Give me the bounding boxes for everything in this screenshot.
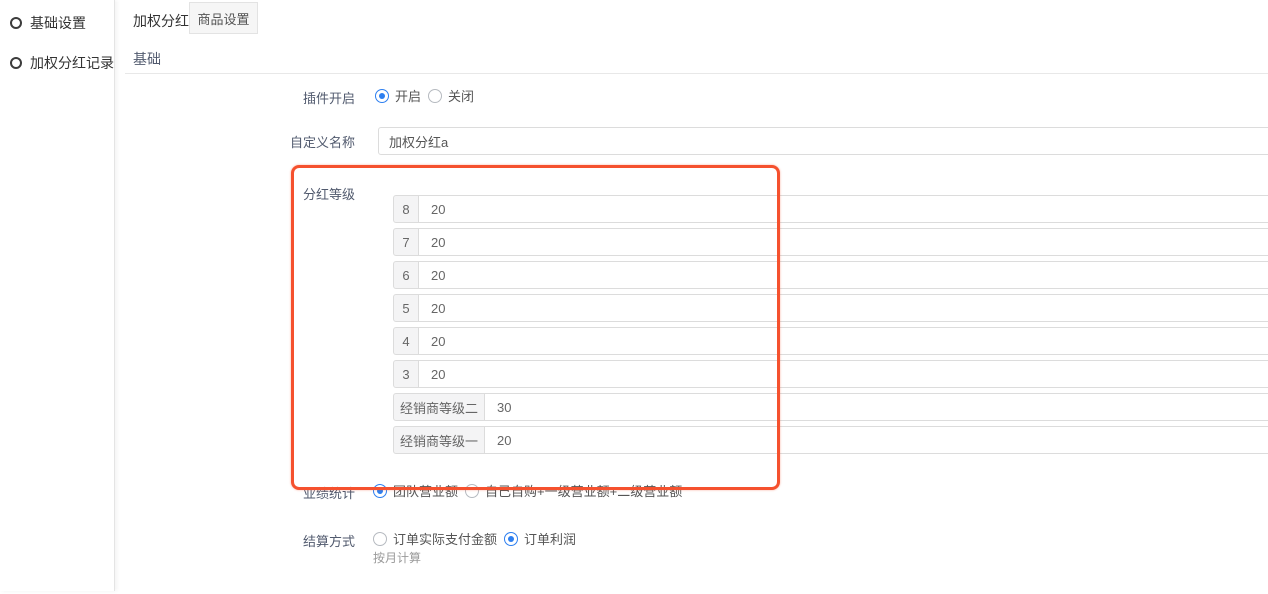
radio-option-team-turnover[interactable]: 团队营业额 [373,481,458,500]
sidebar: 基础设置 加权分红记录 [0,0,115,591]
custom-name-label: 自定义名称 [116,132,355,151]
circle-icon [10,57,22,69]
dividend-level-row: 8 [393,195,1268,223]
level-name-addon: 经销商等级二 [393,393,485,421]
radio-option-label: 订单利润 [524,529,576,548]
custom-name-input[interactable] [378,127,1268,155]
settlement-radio-group: 订单实际支付金额 订单利润 [373,529,583,548]
dividend-level-row: 3 [393,360,1268,388]
radio-option-label: 关闭 [448,86,474,105]
sidebar-item-basic-settings[interactable]: 基础设置 [10,13,86,33]
radio-unselected-icon[interactable] [465,484,479,498]
dividend-level-row: 7 [393,228,1268,256]
tab-weighted-dividend[interactable]: 加权分红 [133,11,189,31]
radio-option-self-purchase[interactable]: 自己自购+一级营业额+二级营业额 [465,481,682,500]
dividend-level-row: 4 [393,327,1268,355]
dividend-level-row: 经销商等级一 [393,426,1268,454]
level-value-input[interactable] [419,228,1268,256]
radio-selected-icon[interactable] [504,532,518,546]
radio-option-label: 开启 [395,86,421,105]
level-name-addon: 5 [393,294,419,322]
radio-unselected-icon[interactable] [373,532,387,546]
radio-option-label: 订单实际支付金额 [393,529,497,548]
level-value-input[interactable] [485,393,1268,421]
radio-unselected-icon[interactable] [428,89,442,103]
level-name-addon: 7 [393,228,419,256]
plugin-switch-radio-group: 开启 关闭 [375,86,481,105]
dividend-level-list: 8 7 6 5 4 3 经销商等级二 经销商等级一 [393,195,1268,459]
level-value-input[interactable] [419,261,1268,289]
plugin-switch-label: 插件开启 [116,88,355,107]
dividend-level-row: 5 [393,294,1268,322]
sidebar-item-label: 加权分红记录 [30,53,114,73]
level-value-input[interactable] [419,294,1268,322]
radio-option-label: 团队营业额 [393,481,458,500]
sidebar-item-label: 基础设置 [30,13,86,33]
level-name-addon: 3 [393,360,419,388]
performance-stat-label: 业绩统计 [116,483,355,502]
level-name-addon: 8 [393,195,419,223]
radio-option-order-profit[interactable]: 订单利润 [504,529,576,548]
radio-option-off[interactable]: 关闭 [428,86,474,105]
circle-icon [10,17,22,29]
radio-selected-icon[interactable] [373,484,387,498]
radio-selected-icon[interactable] [375,89,389,103]
tab-label: 商品设置 [197,9,249,28]
level-name-addon: 4 [393,327,419,355]
radio-option-label: 自己自购+一级营业额+二级营业额 [485,481,682,500]
radio-option-on[interactable]: 开启 [375,86,421,105]
section-title: 基础 [133,49,161,69]
level-value-input[interactable] [485,426,1268,454]
performance-stat-radio-group: 团队营业额 自己自购+一级营业额+二级营业额 [373,481,689,500]
sidebar-item-dividend-records[interactable]: 加权分红记录 [10,53,114,73]
settlement-note: 按月计算 [373,549,421,566]
dividend-level-row: 经销商等级二 [393,393,1268,421]
settlement-label: 结算方式 [116,531,355,550]
level-name-addon: 经销商等级一 [393,426,485,454]
section-divider [125,73,1268,74]
level-value-input[interactable] [419,360,1268,388]
page: 基础设置 加权分红记录 加权分红 商品设置 基础 插件开启 开启 关闭 自定义名… [0,0,1268,594]
dividend-levels-label: 分红等级 [116,184,355,203]
dividend-level-row: 6 [393,261,1268,289]
radio-option-actual-payment[interactable]: 订单实际支付金额 [373,529,497,548]
tab-product-settings[interactable]: 商品设置 [189,2,258,34]
level-value-input[interactable] [419,327,1268,355]
level-value-input[interactable] [419,195,1268,223]
level-name-addon: 6 [393,261,419,289]
